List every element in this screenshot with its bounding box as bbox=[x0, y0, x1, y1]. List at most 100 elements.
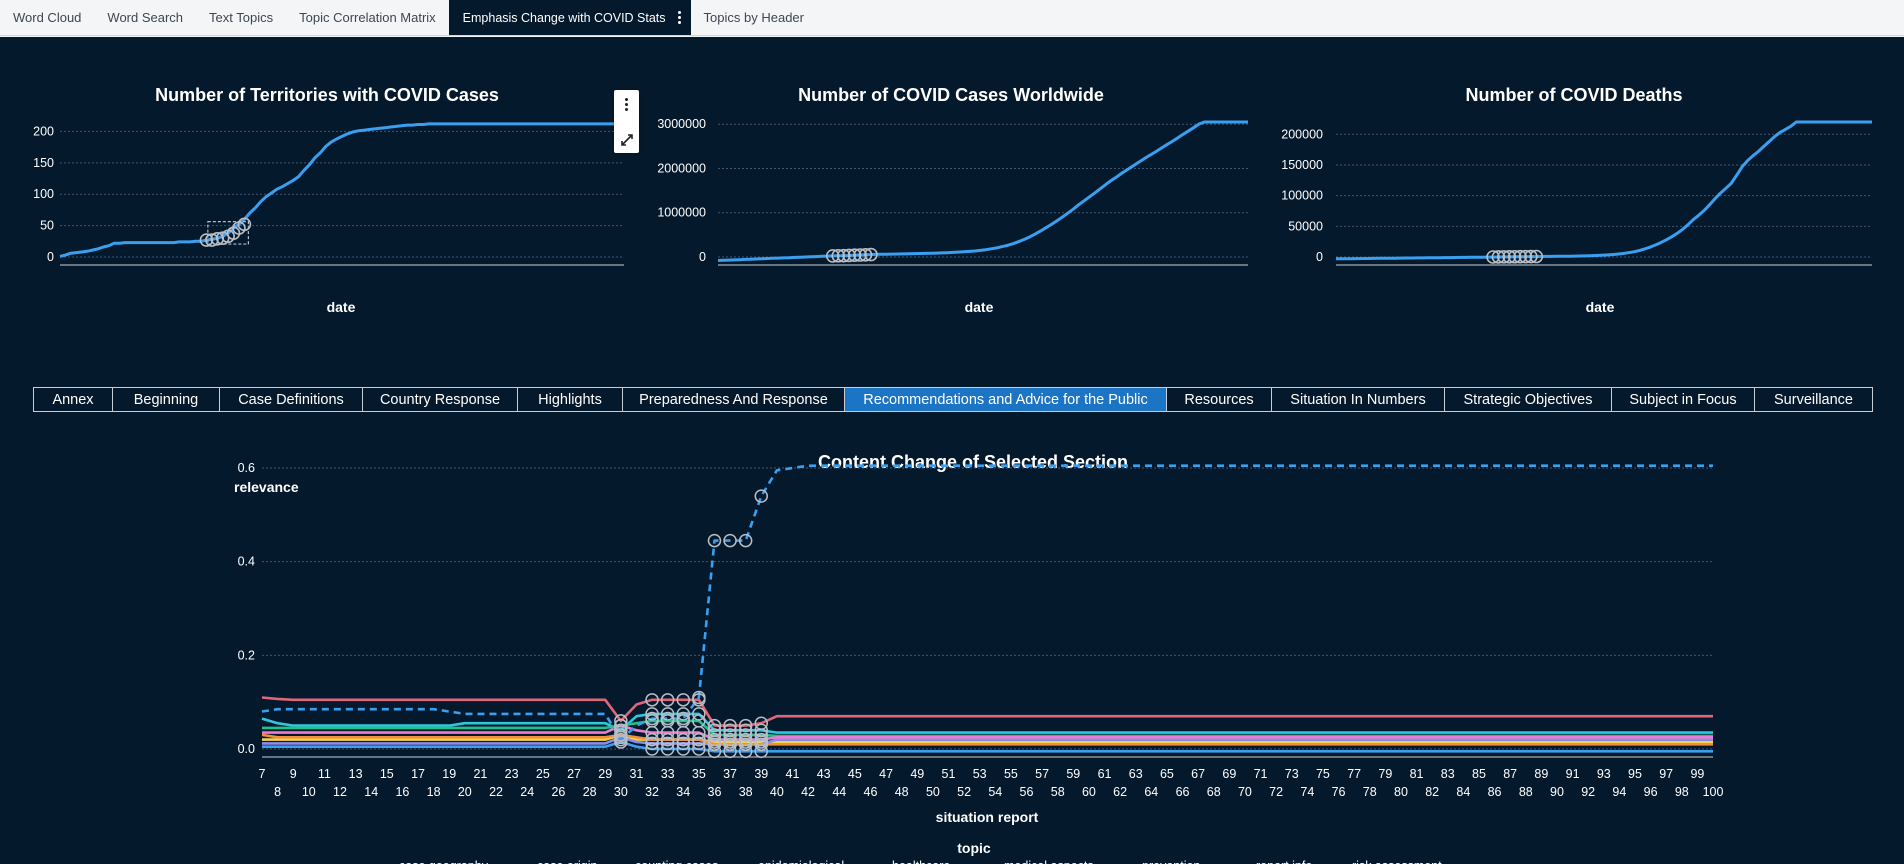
more-options-icon[interactable] bbox=[677, 11, 681, 24]
section-label: Highlights bbox=[538, 391, 602, 408]
x-tick-label: 54 bbox=[988, 785, 1002, 799]
cases-worldwide-chart[interactable]: Number of COVID Cases Worldwide 0 1000000 2… bbox=[640, 77, 1260, 357]
x-tick-label: 51 bbox=[942, 767, 956, 781]
x-tick-label: 58 bbox=[1051, 785, 1065, 799]
report-tab-bar: Word Cloud Word Search Text Topics Topic… bbox=[0, 0, 1904, 36]
x-tick-label: 49 bbox=[910, 767, 924, 781]
deaths-chart[interactable]: Number of COVID Deaths 0 50000 100000 150000… bbox=[1260, 77, 1904, 357]
section-beginning[interactable]: Beginning bbox=[113, 388, 220, 411]
y-tick-label: 0.2 bbox=[238, 648, 255, 662]
x-tick-label: 23 bbox=[505, 767, 519, 781]
x-tick-label: 17 bbox=[411, 767, 425, 781]
x-tick-label: 99 bbox=[1690, 767, 1704, 781]
section-preparedness-and-response[interactable]: Preparedness And Response bbox=[623, 388, 845, 411]
y-tick-label: 150000 bbox=[1281, 158, 1323, 172]
x-tick-label: 97 bbox=[1659, 767, 1673, 781]
x-tick-label: 60 bbox=[1082, 785, 1096, 799]
section-label: Situation In Numbers bbox=[1290, 391, 1426, 408]
x-tick-label: 37 bbox=[723, 767, 737, 781]
section-country-response[interactable]: Country Response bbox=[363, 388, 518, 411]
x-tick-label: 8 bbox=[274, 785, 281, 799]
x-tick-label: 44 bbox=[832, 785, 846, 799]
y-tick-label: 0 bbox=[47, 250, 54, 264]
content-change-chart[interactable]: Content Change of Selected Section releva… bbox=[0, 412, 1904, 864]
tab-emphasis-change-with-covid-stats[interactable]: Emphasis Change with COVID Stats bbox=[448, 0, 691, 35]
y-tick-label: 50000 bbox=[1288, 219, 1323, 233]
more-options-icon[interactable] bbox=[625, 98, 628, 111]
x-tick-label: 83 bbox=[1441, 767, 1455, 781]
y-tick-label: 0 bbox=[1316, 250, 1323, 264]
x-tick-label: 96 bbox=[1644, 785, 1658, 799]
maximize-icon[interactable] bbox=[619, 132, 635, 148]
y-axis-title: relevance bbox=[234, 479, 299, 495]
section-annex[interactable]: Annex bbox=[34, 388, 113, 411]
x-tick-label: 32 bbox=[645, 785, 659, 799]
x-tick-label: 10 bbox=[302, 785, 316, 799]
section-surveillance[interactable]: Surveillance bbox=[1755, 388, 1872, 411]
x-axis-title: date bbox=[1586, 299, 1615, 315]
section-label: Subject in Focus bbox=[1629, 391, 1737, 408]
x-tick-label: 45 bbox=[848, 767, 862, 781]
section-resources[interactable]: Resources bbox=[1167, 388, 1272, 411]
x-tick-label: 47 bbox=[879, 767, 893, 781]
section-label: Beginning bbox=[133, 391, 199, 408]
x-tick-label: 33 bbox=[661, 767, 675, 781]
x-tick-label: 52 bbox=[957, 785, 971, 799]
object-toolbar bbox=[614, 90, 639, 153]
legend-label: medical aspects bbox=[1004, 859, 1094, 864]
section-situation-in-numbers[interactable]: Situation In Numbers bbox=[1272, 388, 1445, 411]
x-tick-label: 89 bbox=[1534, 767, 1548, 781]
x-tick-label: 43 bbox=[817, 767, 831, 781]
section-subject-in-focus[interactable]: Subject in Focus bbox=[1612, 388, 1755, 411]
x-tick-label: 14 bbox=[364, 785, 378, 799]
x-tick-label: 35 bbox=[692, 767, 706, 781]
chart-title: Content Change of Selected Section bbox=[818, 452, 1128, 472]
x-tick-label: 15 bbox=[380, 767, 394, 781]
series-line bbox=[717, 120, 1248, 262]
tab-word-cloud[interactable]: Word Cloud bbox=[0, 0, 94, 35]
y-tick-label: 3000000 bbox=[657, 117, 706, 131]
section-label: Preparedness And Response bbox=[639, 391, 828, 408]
x-tick-label: 79 bbox=[1378, 767, 1392, 781]
section-label: Annex bbox=[52, 391, 94, 408]
tab-label: Text Topics bbox=[209, 10, 274, 25]
tab-text-topics[interactable]: Text Topics bbox=[196, 0, 286, 35]
x-tick-label: 36 bbox=[708, 785, 722, 799]
x-tick-label: 38 bbox=[739, 785, 753, 799]
section-strategic-objectives[interactable]: Strategic Objectives bbox=[1445, 388, 1612, 411]
x-tick-label: 81 bbox=[1410, 767, 1424, 781]
x-tick-label: 11 bbox=[318, 767, 331, 781]
section-case-definitions[interactable]: Case Definitions bbox=[220, 388, 363, 411]
x-tick-label: 50 bbox=[926, 785, 940, 799]
tab-label: Topics by Header bbox=[703, 10, 804, 25]
legend-label: counting cases bbox=[635, 859, 718, 864]
x-tick-label: 53 bbox=[973, 767, 987, 781]
x-tick-label: 27 bbox=[567, 767, 581, 781]
tab-topics-by-header[interactable]: Topics by Header bbox=[691, 0, 817, 35]
tab-word-search[interactable]: Word Search bbox=[94, 0, 196, 35]
x-tick-label: 22 bbox=[489, 785, 503, 799]
x-tick-label: 61 bbox=[1098, 767, 1112, 781]
chart-title: Number of COVID Deaths bbox=[1465, 85, 1682, 105]
x-tick-label: 20 bbox=[458, 785, 472, 799]
x-tick-label: 57 bbox=[1035, 767, 1049, 781]
x-tick-label: 16 bbox=[395, 785, 409, 799]
chart-title: Number of Territories with COVID Cases bbox=[155, 85, 499, 105]
y-tick-label: 100 bbox=[33, 187, 54, 201]
tab-topic-correlation-matrix[interactable]: Topic Correlation Matrix bbox=[286, 0, 449, 35]
territories-chart[interactable]: Number of Territories with COVID Cases 0 5… bbox=[0, 77, 640, 357]
x-tick-label: 55 bbox=[1004, 767, 1018, 781]
tab-label: Topic Correlation Matrix bbox=[299, 10, 436, 25]
section-highlights[interactable]: Highlights bbox=[518, 388, 623, 411]
x-tick-label: 100 bbox=[1703, 785, 1724, 799]
x-axis-title: date bbox=[965, 299, 994, 315]
section-recommendations-and-advice[interactable]: Recommendations and Advice for the Publi… bbox=[845, 388, 1167, 411]
y-tick-label: 150 bbox=[33, 156, 54, 170]
x-tick-label: 41 bbox=[786, 767, 800, 781]
y-tick-label: 2000000 bbox=[657, 161, 706, 175]
series-line bbox=[1336, 120, 1872, 261]
y-tick-label: 1000000 bbox=[657, 206, 706, 220]
x-axis-title: date bbox=[327, 299, 356, 315]
section-label: Surveillance bbox=[1774, 391, 1853, 408]
section-label: Country Response bbox=[379, 391, 501, 408]
